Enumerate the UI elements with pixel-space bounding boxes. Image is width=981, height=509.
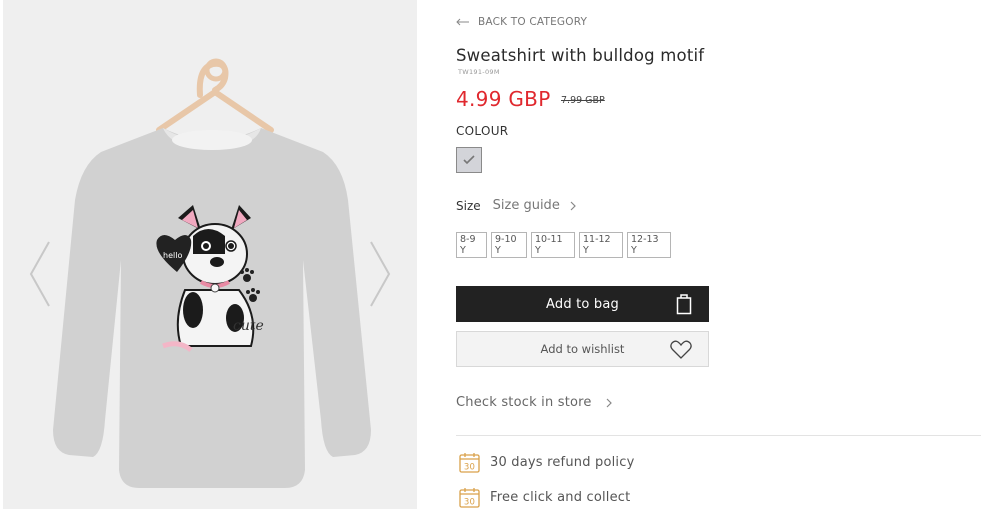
size-option[interactable]: 12-13 Y <box>627 232 671 258</box>
add-to-wishlist-label: Add to wishlist <box>540 342 625 356</box>
check-stock-label: Check stock in store <box>456 395 592 410</box>
perk-label: Free click and collect <box>490 490 631 505</box>
hanger-graphic <box>156 60 274 133</box>
product-price: 4.99 GBP <box>456 87 551 111</box>
size-option[interactable]: 9-10 Y <box>491 232 527 258</box>
product-old-price: 7.99 GBP <box>561 95 605 106</box>
calendar-30-icon: 30 <box>459 453 480 473</box>
heart-icon <box>670 340 692 359</box>
arrow-left-icon <box>456 18 469 26</box>
perk-click-collect: 30 Free click and collect <box>459 487 630 508</box>
back-to-category-link[interactable]: BACK TO CATEGORY <box>456 16 587 28</box>
add-to-bag-label: Add to bag <box>546 296 619 312</box>
product-image[interactable]: hello cute <box>3 0 417 509</box>
product-sku: TW191-09M <box>458 68 500 76</box>
product-gallery: hello cute <box>3 0 417 509</box>
product-details: BACK TO CATEGORY Sweatshirt with bulldog… <box>456 0 981 509</box>
check-stock-link[interactable]: Check stock in store <box>456 395 612 410</box>
back-label: BACK TO CATEGORY <box>478 16 588 28</box>
size-option[interactable]: 11-12 Y <box>579 232 623 258</box>
gallery-prev-arrow[interactable] <box>27 238 53 310</box>
calendar-badge: 30 <box>464 463 475 473</box>
add-to-bag-button[interactable]: Add to bag <box>456 286 709 322</box>
calendar-badge: 30 <box>464 498 475 508</box>
gallery-next-arrow[interactable] <box>367 238 393 310</box>
hello-print-text: hello <box>163 251 182 260</box>
size-options: 8-9 Y 9-10 Y 10-11 Y 11-12 Y 12-13 Y <box>456 232 671 258</box>
chevron-right-icon <box>570 201 576 210</box>
cute-print-text: cute <box>233 318 264 334</box>
calendar-30-icon: 30 <box>459 488 480 508</box>
size-option[interactable]: 8-9 Y <box>456 232 487 258</box>
colour-swatch-grey[interactable] <box>456 147 482 173</box>
size-guide-label: Size guide <box>492 198 560 213</box>
size-row: Size Size guide <box>456 198 576 213</box>
check-icon <box>463 155 475 165</box>
perk-refund: 30 30 days refund policy <box>459 452 634 473</box>
colour-label: COLOUR <box>456 124 509 138</box>
size-label: Size <box>456 198 481 213</box>
size-option[interactable]: 10-11 Y <box>531 232 575 258</box>
add-to-wishlist-button[interactable]: Add to wishlist <box>456 331 709 367</box>
size-guide-link[interactable]: Size guide <box>493 198 576 213</box>
chevron-right-icon <box>606 398 612 407</box>
product-title: Sweatshirt with bulldog motif <box>456 46 705 65</box>
divider <box>456 435 981 436</box>
perk-label: 30 days refund policy <box>490 455 635 470</box>
shopping-bag-icon <box>676 294 692 315</box>
